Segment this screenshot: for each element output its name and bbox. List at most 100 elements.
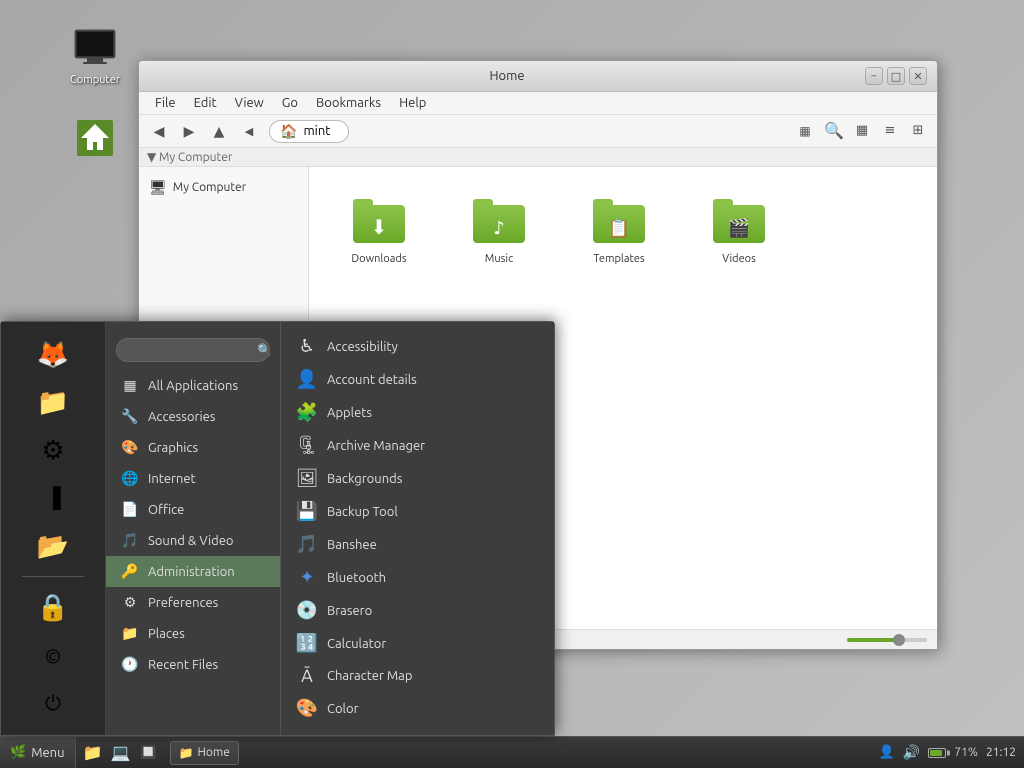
left-icon-folder[interactable]: 📂 <box>31 524 75 568</box>
speaker-icon[interactable]: 🔊 <box>903 744 920 761</box>
sidebar-item-mycomputer-label: My Computer <box>173 181 246 194</box>
left-icon-power[interactable]: ⏻ <box>31 681 75 725</box>
view-list-button[interactable]: ≡ <box>877 118 903 142</box>
app-calculator[interactable]: 🔢 Calculator <box>281 627 554 660</box>
app-menu-categories: 🔍 ▦ All Applications 🔧 Accessories 🎨 Gra… <box>106 322 281 735</box>
banshee-icon: 🎵 <box>295 534 319 555</box>
back-button[interactable]: ◀ <box>145 118 173 144</box>
app-bluetooth[interactable]: ✦ Bluetooth <box>281 561 554 594</box>
menu-file[interactable]: File <box>147 94 184 112</box>
app-brasero[interactable]: 💿 Brasero <box>281 594 554 627</box>
left-icon-lock[interactable]: 🔒 <box>31 585 75 629</box>
desktop-icon-home[interactable] <box>55 110 135 166</box>
sidebar-item-mycomputer[interactable]: 🖥 My Computer <box>139 175 308 200</box>
menu-edit[interactable]: Edit <box>186 94 225 112</box>
calculator-icon: 🔢 <box>295 633 319 654</box>
app-banshee[interactable]: 🎵 Banshee <box>281 528 554 561</box>
app-menu-left-sidebar: 🦊 📁 ⚙ ▐ 📂 🔒 © ⏻ <box>1 322 106 735</box>
menu-button[interactable]: 🌿 Menu <box>0 737 76 768</box>
file-item-downloads[interactable]: ⬇ Downloads <box>329 187 429 271</box>
file-item-templates[interactable]: 📋 Templates <box>569 187 669 271</box>
app-account-details[interactable]: 👤 Account details <box>281 363 554 396</box>
applets-icon: 🧩 <box>295 402 319 423</box>
desktop: Computer Home − □ ✕ File Edit View Go Bo… <box>0 0 1024 768</box>
category-sound-video[interactable]: 🎵 Sound & Video <box>106 525 280 556</box>
app-menu: 🦊 📁 ⚙ ▐ 📂 🔒 © ⏻ 🔍 ▦ All Applications <box>0 321 555 736</box>
music-note-icon: ♪ <box>493 218 505 239</box>
category-office[interactable]: 📄 Office <box>106 494 280 525</box>
category-recent-files[interactable]: 🕐 Recent Files <box>106 649 280 680</box>
category-administration[interactable]: 🔑 Administration <box>106 556 280 587</box>
downloads-folder-icon: ⬇ <box>353 199 405 243</box>
file-item-videos[interactable]: 🎬 Videos <box>689 187 789 271</box>
left-icon-terminal[interactable]: ▐ <box>31 476 75 520</box>
category-places[interactable]: 📁 Places <box>106 618 280 649</box>
file-item-music[interactable]: ♪ Music <box>449 187 549 271</box>
left-icon-update[interactable]: © <box>31 633 75 677</box>
app-accessibility[interactable]: ♿ Accessibility <box>281 330 554 363</box>
locations-button[interactable]: ◀ <box>235 118 263 144</box>
category-preferences[interactable]: ⚙ Preferences <box>106 587 280 618</box>
clock: 21:12 <box>986 746 1016 759</box>
breadcrumb-mycomputer[interactable]: ▼ My Computer <box>147 150 232 164</box>
up-button[interactable]: ▲ <box>205 118 233 144</box>
preferences-icon: ⚙ <box>120 594 140 611</box>
close-button[interactable]: ✕ <box>909 67 927 85</box>
zoom-slider[interactable] <box>847 638 927 642</box>
menu-bookmarks[interactable]: Bookmarks <box>308 94 389 112</box>
window-title: Home <box>149 69 865 83</box>
forward-button[interactable]: ▶ <box>175 118 203 144</box>
taskbar-app-terminal[interactable]: 💻 <box>108 741 134 765</box>
category-administration-label: Administration <box>148 565 235 579</box>
app-character-map[interactable]: Ā Character Map <box>281 660 554 692</box>
view-icons-button[interactable]: ▦ <box>849 118 875 142</box>
taskbar-apps: 📁 💻 🔲 <box>76 737 166 768</box>
view-compact-button[interactable]: ⊞ <box>905 118 931 142</box>
desktop-icon-computer[interactable]: Computer <box>55 20 135 90</box>
search-input[interactable] <box>127 343 257 357</box>
category-graphics-label: Graphics <box>148 441 198 455</box>
toolbar-right: ▦ 🔍 ▦ ≡ ⊞ <box>791 118 931 144</box>
toolbar-btn-1[interactable]: ▦ <box>791 118 819 144</box>
accessibility-icon: ♿ <box>295 336 319 357</box>
sound-video-icon: 🎵 <box>120 532 140 549</box>
app-backgrounds[interactable]: 🖼 Backgrounds <box>281 462 554 495</box>
category-all-applications[interactable]: ▦ All Applications <box>106 370 280 401</box>
minimize-button[interactable]: − <box>865 67 883 85</box>
app-banshee-label: Banshee <box>327 538 377 552</box>
places-icon: 📁 <box>120 625 140 642</box>
category-accessories[interactable]: 🔧 Accessories <box>106 401 280 432</box>
taskbar-app-extra[interactable]: 🔲 <box>136 741 162 765</box>
window-menubar: File Edit View Go Bookmarks Help <box>139 92 937 115</box>
app-backup-tool[interactable]: 💾 Backup Tool <box>281 495 554 528</box>
app-applets[interactable]: 🧩 Applets <box>281 396 554 429</box>
maximize-button[interactable]: □ <box>887 67 905 85</box>
category-internet[interactable]: 🌐 Internet <box>106 463 280 494</box>
computer-icon <box>71 24 119 72</box>
search-button[interactable]: 🔍 <box>821 118 847 142</box>
app-color[interactable]: 🎨 Color <box>281 692 554 725</box>
zoom-thumb[interactable] <box>893 634 905 646</box>
taskbar-window-home[interactable]: 📁 Home <box>170 741 239 765</box>
left-icon-files[interactable]: 📁 <box>31 380 75 424</box>
left-icon-firefox[interactable]: 🦊 <box>31 332 75 376</box>
videos-icon-wrap: 🎬 <box>711 193 767 249</box>
app-archive-manager[interactable]: 🗜 Archive Manager <box>281 429 554 462</box>
app-color-label: Color <box>327 702 359 716</box>
app-backup-tool-label: Backup Tool <box>327 505 398 519</box>
search-icon[interactable]: 🔍 <box>257 343 272 357</box>
location-bar[interactable]: 🏠 mint <box>269 120 349 143</box>
category-graphics[interactable]: 🎨 Graphics <box>106 432 280 463</box>
breadcrumb: ▼ My Computer <box>139 148 937 167</box>
templates-icon-wrap: 📋 <box>591 193 647 249</box>
taskbar-app-files[interactable]: 📁 <box>80 741 106 765</box>
menu-go[interactable]: Go <box>274 94 306 112</box>
app-account-details-label: Account details <box>327 373 417 387</box>
window-titlebar: Home − □ ✕ <box>139 61 937 92</box>
menu-help[interactable]: Help <box>391 94 434 112</box>
left-icon-settings[interactable]: ⚙ <box>31 428 75 472</box>
category-places-label: Places <box>148 627 185 641</box>
menu-view[interactable]: View <box>227 94 272 112</box>
location-text: mint <box>303 124 330 138</box>
search-box[interactable]: 🔍 <box>116 338 270 362</box>
